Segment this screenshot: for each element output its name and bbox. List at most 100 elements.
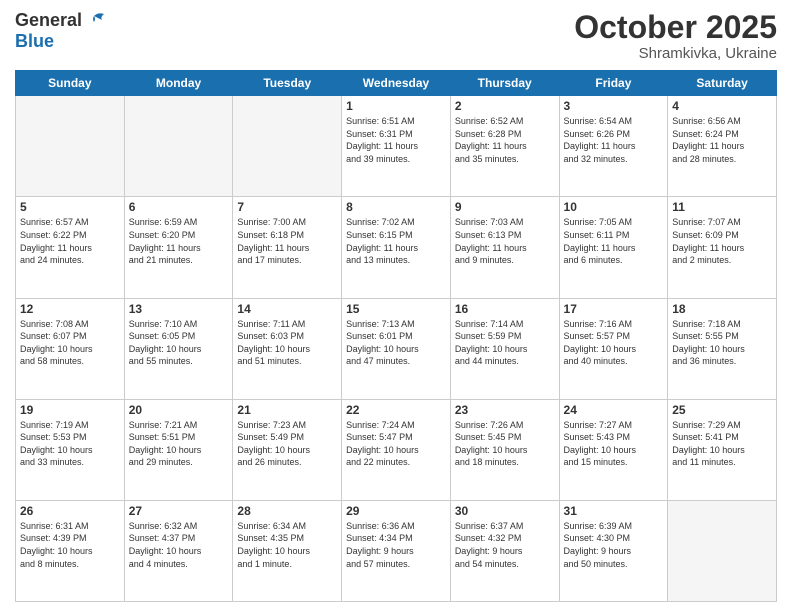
day-number: 12: [20, 302, 120, 316]
day-info: Sunrise: 6:36 AM Sunset: 4:34 PM Dayligh…: [346, 520, 446, 570]
day-number: 24: [564, 403, 664, 417]
col-saturday: Saturday: [668, 71, 777, 96]
day-info: Sunrise: 7:05 AM Sunset: 6:11 PM Dayligh…: [564, 216, 664, 266]
calendar-day-cell: 24 Sunrise: 7:27 AM Sunset: 5:43 PM Dayli…: [559, 399, 668, 500]
day-number: 18: [672, 302, 772, 316]
day-info: Sunrise: 6:57 AM Sunset: 6:22 PM Dayligh…: [20, 216, 120, 266]
day-number: 10: [564, 200, 664, 214]
logo-blue: Blue: [15, 31, 106, 52]
day-number: 3: [564, 99, 664, 113]
day-number: 4: [672, 99, 772, 113]
col-wednesday: Wednesday: [342, 71, 451, 96]
calendar-title: October 2025: [574, 10, 777, 45]
day-info: Sunrise: 6:54 AM Sunset: 6:26 PM Dayligh…: [564, 115, 664, 165]
calendar-day-cell: 31 Sunrise: 6:39 AM Sunset: 4:30 PM Dayli…: [559, 500, 668, 601]
day-number: 11: [672, 200, 772, 214]
calendar-day-cell: 9 Sunrise: 7:03 AM Sunset: 6:13 PM Daylig…: [450, 197, 559, 298]
day-info: Sunrise: 6:59 AM Sunset: 6:20 PM Dayligh…: [129, 216, 229, 266]
col-friday: Friday: [559, 71, 668, 96]
day-info: Sunrise: 6:37 AM Sunset: 4:32 PM Dayligh…: [455, 520, 555, 570]
day-number: 6: [129, 200, 229, 214]
day-number: 20: [129, 403, 229, 417]
calendar-day-cell: 3 Sunrise: 6:54 AM Sunset: 6:26 PM Daylig…: [559, 96, 668, 197]
day-number: 23: [455, 403, 555, 417]
calendar-day-cell: 19Sunrise: 7:19 AM Sunset: 5:53 PM Dayli…: [16, 399, 125, 500]
calendar-day-cell: [668, 500, 777, 601]
calendar-day-cell: 11 Sunrise: 7:07 AM Sunset: 6:09 PM Dayli…: [668, 197, 777, 298]
col-thursday: Thursday: [450, 71, 559, 96]
day-info: Sunrise: 7:21 AM Sunset: 5:51 PM Dayligh…: [129, 419, 229, 469]
day-info: Sunrise: 7:16 AM Sunset: 5:57 PM Dayligh…: [564, 318, 664, 368]
day-number: 16: [455, 302, 555, 316]
day-number: 31: [564, 504, 664, 518]
day-info: Sunrise: 6:34 AM Sunset: 4:35 PM Dayligh…: [237, 520, 337, 570]
calendar-day-cell: 15 Sunrise: 7:13 AM Sunset: 6:01 PM Dayli…: [342, 298, 451, 399]
day-number: 7: [237, 200, 337, 214]
day-number: 21: [237, 403, 337, 417]
day-number: 30: [455, 504, 555, 518]
calendar-day-cell: 29 Sunrise: 6:36 AM Sunset: 4:34 PM Dayli…: [342, 500, 451, 601]
day-number: 8: [346, 200, 446, 214]
calendar-day-cell: 10 Sunrise: 7:05 AM Sunset: 6:11 PM Dayli…: [559, 197, 668, 298]
calendar-day-cell: 13Sunrise: 7:10 AM Sunset: 6:05 PM Dayli…: [124, 298, 233, 399]
calendar-day-cell: 25Sunrise: 7:29 AM Sunset: 5:41 PM Dayli…: [668, 399, 777, 500]
day-info: Sunrise: 7:03 AM Sunset: 6:13 PM Dayligh…: [455, 216, 555, 266]
day-number: 9: [455, 200, 555, 214]
calendar-day-cell: 27Sunrise: 6:32 AM Sunset: 4:37 PM Dayli…: [124, 500, 233, 601]
calendar-day-cell: 8 Sunrise: 7:02 AM Sunset: 6:15 PM Daylig…: [342, 197, 451, 298]
col-sunday: Sunday: [16, 71, 125, 96]
calendar-day-cell: 4 Sunrise: 6:56 AM Sunset: 6:24 PM Daylig…: [668, 96, 777, 197]
day-number: 5: [20, 200, 120, 214]
logo-general: General: [15, 10, 82, 31]
calendar-day-cell: 28 Sunrise: 6:34 AM Sunset: 4:35 PM Dayli…: [233, 500, 342, 601]
day-info: Sunrise: 7:02 AM Sunset: 6:15 PM Dayligh…: [346, 216, 446, 266]
day-number: 27: [129, 504, 229, 518]
day-info: Sunrise: 7:26 AM Sunset: 5:45 PM Dayligh…: [455, 419, 555, 469]
day-info: Sunrise: 7:27 AM Sunset: 5:43 PM Dayligh…: [564, 419, 664, 469]
day-number: 29: [346, 504, 446, 518]
calendar-day-cell: [233, 96, 342, 197]
calendar-day-cell: [16, 96, 125, 197]
day-info: Sunrise: 7:13 AM Sunset: 6:01 PM Dayligh…: [346, 318, 446, 368]
calendar-day-cell: 6 Sunrise: 6:59 AM Sunset: 6:20 PM Daylig…: [124, 197, 233, 298]
calendar-day-cell: 17 Sunrise: 7:16 AM Sunset: 5:57 PM Dayli…: [559, 298, 668, 399]
calendar-header-row: Sunday Monday Tuesday Wednesday Thursday…: [16, 71, 777, 96]
page: General Blue October 2025 Shramkivka, Uk…: [0, 0, 792, 612]
day-info: Sunrise: 7:24 AM Sunset: 5:47 PM Dayligh…: [346, 419, 446, 469]
day-info: Sunrise: 7:08 AM Sunset: 6:07 PM Dayligh…: [20, 318, 120, 368]
calendar-week-row: 19Sunrise: 7:19 AM Sunset: 5:53 PM Dayli…: [16, 399, 777, 500]
day-number: 25: [672, 403, 772, 417]
calendar-week-row: 26 Sunrise: 6:31 AM Sunset: 4:39 PM Dayli…: [16, 500, 777, 601]
day-number: 14: [237, 302, 337, 316]
calendar-day-cell: 14Sunrise: 7:11 AM Sunset: 6:03 PM Dayli…: [233, 298, 342, 399]
day-number: 13: [129, 302, 229, 316]
day-number: 17: [564, 302, 664, 316]
day-number: 28: [237, 504, 337, 518]
day-number: 22: [346, 403, 446, 417]
logo: General Blue: [15, 10, 106, 52]
calendar-day-cell: 5 Sunrise: 6:57 AM Sunset: 6:22 PM Daylig…: [16, 197, 125, 298]
day-info: Sunrise: 6:52 AM Sunset: 6:28 PM Dayligh…: [455, 115, 555, 165]
calendar-day-cell: 1 Sunrise: 6:51 AM Sunset: 6:31 PM Daylig…: [342, 96, 451, 197]
calendar-day-cell: 30 Sunrise: 6:37 AM Sunset: 4:32 PM Dayli…: [450, 500, 559, 601]
title-block: October 2025 Shramkivka, Ukraine: [574, 10, 777, 62]
day-info: Sunrise: 6:56 AM Sunset: 6:24 PM Dayligh…: [672, 115, 772, 165]
calendar-day-cell: 22 Sunrise: 7:24 AM Sunset: 5:47 PM Dayli…: [342, 399, 451, 500]
day-info: Sunrise: 6:31 AM Sunset: 4:39 PM Dayligh…: [20, 520, 120, 570]
day-number: 1: [346, 99, 446, 113]
calendar-week-row: 5 Sunrise: 6:57 AM Sunset: 6:22 PM Daylig…: [16, 197, 777, 298]
day-info: Sunrise: 6:39 AM Sunset: 4:30 PM Dayligh…: [564, 520, 664, 570]
day-info: Sunrise: 7:07 AM Sunset: 6:09 PM Dayligh…: [672, 216, 772, 266]
header: General Blue October 2025 Shramkivka, Uk…: [15, 10, 777, 62]
day-number: 26: [20, 504, 120, 518]
calendar-day-cell: [124, 96, 233, 197]
calendar-day-cell: 12 Sunrise: 7:08 AM Sunset: 6:07 PM Dayli…: [16, 298, 125, 399]
day-number: 19: [20, 403, 120, 417]
day-number: 15: [346, 302, 446, 316]
calendar-day-cell: 7 Sunrise: 7:00 AM Sunset: 6:18 PM Daylig…: [233, 197, 342, 298]
day-info: Sunrise: 7:18 AM Sunset: 5:55 PM Dayligh…: [672, 318, 772, 368]
day-info: Sunrise: 7:00 AM Sunset: 6:18 PM Dayligh…: [237, 216, 337, 266]
calendar-day-cell: 23 Sunrise: 7:26 AM Sunset: 5:45 PM Dayli…: [450, 399, 559, 500]
calendar-table: Sunday Monday Tuesday Wednesday Thursday…: [15, 70, 777, 602]
day-info: Sunrise: 6:51 AM Sunset: 6:31 PM Dayligh…: [346, 115, 446, 165]
